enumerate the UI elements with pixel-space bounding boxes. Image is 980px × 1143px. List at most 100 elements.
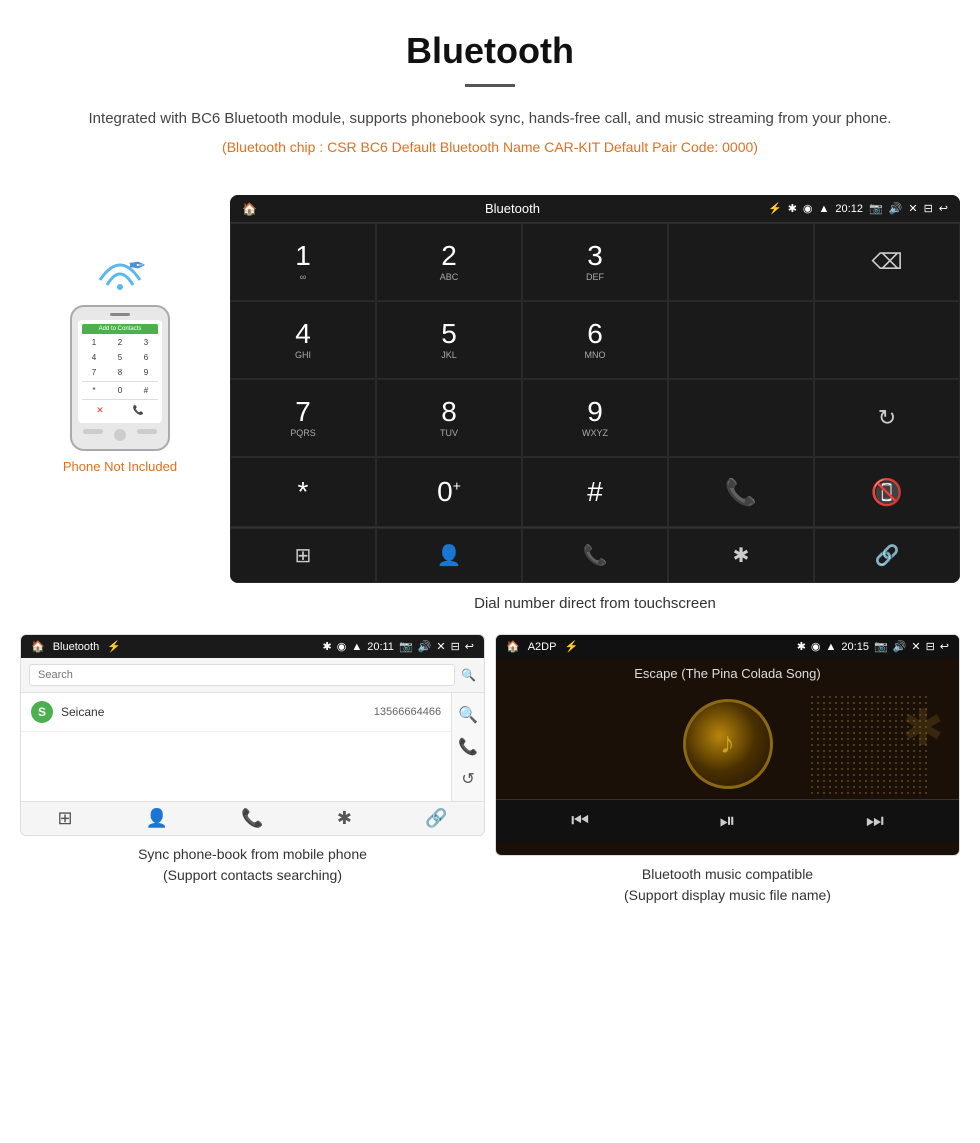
close-icon[interactable]: ✕ bbox=[908, 202, 917, 215]
music-a2dp-label: A2DP bbox=[528, 641, 557, 653]
pb-bottom-keypad[interactable]: ⊞ bbox=[58, 808, 73, 829]
music-min-icon[interactable]: ⊟ bbox=[926, 640, 935, 653]
pb-icon-reload[interactable]: ↺ bbox=[461, 763, 474, 795]
pb-close-icon[interactable]: ✕ bbox=[436, 640, 445, 653]
music-album-art: ♪ bbox=[683, 699, 773, 789]
dial-key-5[interactable]: 5 JKL bbox=[376, 301, 522, 379]
music-time: 20:15 bbox=[841, 641, 869, 653]
music-play-pause-button[interactable]: ⏯ bbox=[719, 810, 735, 833]
music-close-icon[interactable]: ✕ bbox=[911, 640, 920, 653]
bluetooth-watermark-icon: ✱ bbox=[902, 699, 944, 757]
minimize-icon[interactable]: ⊟ bbox=[924, 202, 933, 215]
pb-home-icon[interactable]: 🏠 bbox=[31, 640, 45, 653]
dial-key-9[interactable]: 9 WXYZ bbox=[522, 379, 668, 457]
pb-contact-name: Seicane bbox=[61, 705, 366, 719]
pb-icon-search[interactable]: 🔍 bbox=[458, 699, 478, 731]
dial-key-1[interactable]: 1 ∞ bbox=[230, 223, 376, 301]
pb-search-icon[interactable]: 🔍 bbox=[461, 668, 476, 682]
dial-empty-r2c5 bbox=[814, 301, 960, 379]
pb-icon-call[interactable]: 📞 bbox=[458, 731, 478, 763]
phone-screen-header: Add to Contacts bbox=[82, 324, 158, 334]
dial-key-hash[interactable]: # bbox=[522, 457, 668, 527]
dial-screen-container: 🏠 Bluetooth ⚡ ✱ ◉ ▲ 20:12 📷 🔊 ✕ ⊟ ↩ bbox=[230, 195, 960, 624]
phonebook-screenshot: 🏠 Bluetooth ⚡ ✱ ◉ ▲ 20:11 📷 🔊 ✕ ⊟ ↩ bbox=[20, 634, 485, 836]
dial-call-button[interactable]: 📞 bbox=[668, 457, 814, 527]
dial-caption: Dial number direct from touchscreen bbox=[230, 583, 960, 624]
pb-cam-icon: 📷 bbox=[399, 640, 413, 653]
dial-key-6[interactable]: 6 MNO bbox=[522, 301, 668, 379]
dial-key-0[interactable]: 0+ bbox=[376, 457, 522, 527]
pb-bottom-calls[interactable]: 📞 bbox=[241, 808, 263, 829]
music-controls: ⏮ ⏯ ⏭ bbox=[496, 799, 959, 843]
dial-key-star[interactable]: * bbox=[230, 457, 376, 527]
dial-end-call-button[interactable]: 📵 bbox=[814, 457, 960, 527]
phone-not-included-label: Phone Not Included bbox=[63, 459, 177, 474]
dial-display-empty-2 bbox=[668, 301, 814, 379]
music-next-button[interactable]: ⏭ bbox=[866, 810, 884, 833]
phonebook-caption: Sync phone-book from mobile phone(Suppor… bbox=[20, 844, 485, 886]
dial-tab-settings[interactable]: 🔗 bbox=[814, 528, 960, 583]
dial-key-3[interactable]: 3 DEF bbox=[522, 223, 668, 301]
pb-bottom-settings[interactable]: 🔗 bbox=[425, 808, 447, 829]
music-wifi-icon: ▲ bbox=[826, 641, 837, 653]
pb-screen-label: Bluetooth bbox=[53, 641, 99, 653]
music-vol-icon: 🔊 bbox=[893, 640, 907, 653]
home-icon[interactable]: 🏠 bbox=[242, 202, 257, 216]
pb-back-icon[interactable]: ↩ bbox=[465, 640, 474, 653]
dial-display-empty bbox=[668, 223, 814, 301]
camera-icon: 📷 bbox=[869, 202, 883, 215]
dial-tab-calls[interactable]: 📞 bbox=[522, 528, 668, 583]
phone-illustration: ✒ Add to Contacts 1 2 3 4 5 6 7 bbox=[20, 195, 220, 474]
dial-screen: 🏠 Bluetooth ⚡ ✱ ◉ ▲ 20:12 📷 🔊 ✕ ⊟ ↩ bbox=[230, 195, 960, 583]
pb-bottom-bt[interactable]: ✱ bbox=[337, 808, 352, 829]
dial-tab-bluetooth[interactable]: ✱ bbox=[668, 528, 814, 583]
music-back-icon[interactable]: ↩ bbox=[940, 640, 949, 653]
pb-search-input[interactable] bbox=[29, 664, 455, 686]
pb-min-icon[interactable]: ⊟ bbox=[451, 640, 460, 653]
dial-redial-button[interactable]: ↻ bbox=[814, 379, 960, 457]
pb-vol-icon: 🔊 bbox=[418, 640, 432, 653]
music-note-icon: ♪ bbox=[720, 727, 735, 761]
dial-backspace-button[interactable]: ⌫ bbox=[814, 223, 960, 301]
music-loc-icon: ◉ bbox=[811, 640, 821, 653]
music-usb-icon: ⚡ bbox=[564, 640, 578, 653]
dial-key-8[interactable]: 8 TUV bbox=[376, 379, 522, 457]
dial-empty-r3c4 bbox=[668, 379, 814, 457]
pb-bottom-contacts[interactable]: 👤 bbox=[146, 808, 168, 829]
music-prev-button[interactable]: ⏮ bbox=[571, 810, 589, 833]
title-divider bbox=[465, 84, 515, 87]
page-header: Bluetooth Integrated with BC6 Bluetooth … bbox=[0, 0, 980, 195]
pb-contact-row[interactable]: S Seicane 13566664466 bbox=[21, 693, 451, 732]
volume-icon: 🔊 bbox=[889, 202, 903, 215]
music-screen: 🏠 A2DP ⚡ ✱ ◉ ▲ 20:15 📷 🔊 ✕ ⊟ ↩ bbox=[496, 635, 959, 855]
dial-key-2[interactable]: 2 ABC bbox=[376, 223, 522, 301]
phone-keypad-row: 1 2 3 bbox=[82, 336, 158, 349]
dial-key-7[interactable]: 7 PQRS bbox=[230, 379, 376, 457]
pb-right-icons: 🔍 📞 ↺ bbox=[451, 693, 484, 801]
music-caption: Bluetooth music compatible(Support displ… bbox=[495, 864, 960, 906]
music-home-icon[interactable]: 🏠 bbox=[506, 640, 520, 653]
dial-grid: 1 ∞ 2 ABC 3 DEF ⌫ 4 GHI bbox=[230, 222, 960, 527]
svg-text:✒: ✒ bbox=[128, 253, 146, 278]
phone-speaker bbox=[110, 313, 130, 316]
pb-status-bar: 🏠 Bluetooth ⚡ ✱ ◉ ▲ 20:11 📷 🔊 ✕ ⊟ ↩ bbox=[21, 635, 484, 658]
back-icon[interactable]: ↩ bbox=[939, 202, 948, 215]
time-display: 20:12 bbox=[835, 203, 863, 215]
dial-bottom-bar: ⊞ 👤 📞 ✱ 🔗 bbox=[230, 527, 960, 583]
wifi-status-icon: ▲ bbox=[819, 203, 830, 215]
wifi-bt-icon: ✒ bbox=[80, 235, 160, 295]
dial-tab-keypad[interactable]: ⊞ bbox=[230, 528, 376, 583]
pb-contact-avatar: S bbox=[31, 701, 53, 723]
pb-bt-icon: ✱ bbox=[323, 640, 332, 653]
dial-key-4[interactable]: 4 GHI bbox=[230, 301, 376, 379]
music-cam-icon: 📷 bbox=[874, 640, 888, 653]
phone-bottom-bar bbox=[78, 427, 162, 443]
pb-usb-icon: ⚡ bbox=[107, 640, 121, 653]
pb-bottom-bar: ⊞ 👤 📞 ✱ 🔗 bbox=[21, 801, 484, 835]
page-title: Bluetooth bbox=[40, 30, 940, 72]
music-bt-icon: ✱ bbox=[797, 640, 806, 653]
music-content: ♪ ✱ bbox=[496, 689, 959, 799]
dial-tab-contacts[interactable]: 👤 bbox=[376, 528, 522, 583]
dial-status-bar: 🏠 Bluetooth ⚡ ✱ ◉ ▲ 20:12 📷 🔊 ✕ ⊟ ↩ bbox=[230, 195, 960, 222]
phonebook-screen: 🏠 Bluetooth ⚡ ✱ ◉ ▲ 20:11 📷 🔊 ✕ ⊟ ↩ bbox=[21, 635, 484, 835]
